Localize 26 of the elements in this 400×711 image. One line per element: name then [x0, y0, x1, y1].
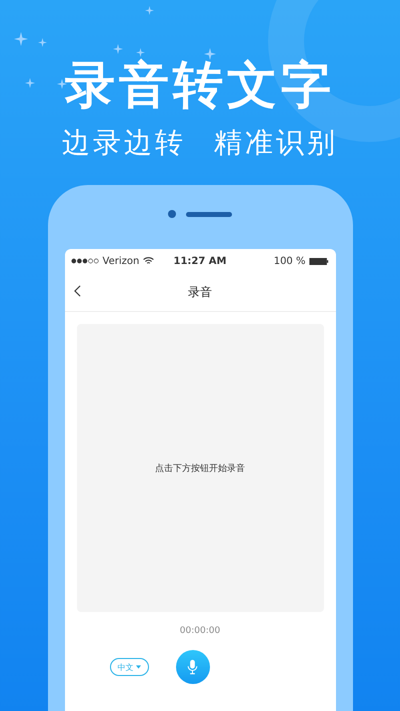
back-icon[interactable]: [74, 285, 80, 297]
record-button[interactable]: [176, 650, 210, 684]
nav-title: 录音: [188, 284, 212, 300]
status-time: 11:27 AM: [173, 256, 226, 266]
sparkle-icon: [136, 48, 145, 57]
caret-icon: [136, 665, 140, 669]
sparkle-icon: [14, 32, 28, 46]
sparkle-icon: [38, 38, 47, 47]
sparkle-icon: [25, 78, 35, 88]
carrier-name: Verizon: [102, 256, 140, 266]
camera-icon: [168, 210, 176, 218]
signal-icon: [70, 258, 98, 264]
wifi-icon: [143, 257, 154, 265]
recording-hint: 点击下方按钮开始录音: [155, 462, 245, 474]
battery-percent: 100 %: [274, 256, 306, 266]
speaker-icon: [186, 212, 232, 216]
sparkle-icon: [145, 6, 154, 15]
subtitle: 精准识别: [214, 125, 338, 161]
timer: 00:00:00: [178, 626, 222, 636]
language-button[interactable]: 中文: [110, 658, 148, 676]
subtitle: 边录边转: [62, 125, 186, 161]
microphone-icon: [187, 659, 198, 675]
battery-icon: [309, 258, 330, 264]
sparkle-icon: [204, 48, 216, 60]
sparkle-icon: [113, 44, 123, 54]
headline: 录音转文字: [65, 55, 335, 115]
